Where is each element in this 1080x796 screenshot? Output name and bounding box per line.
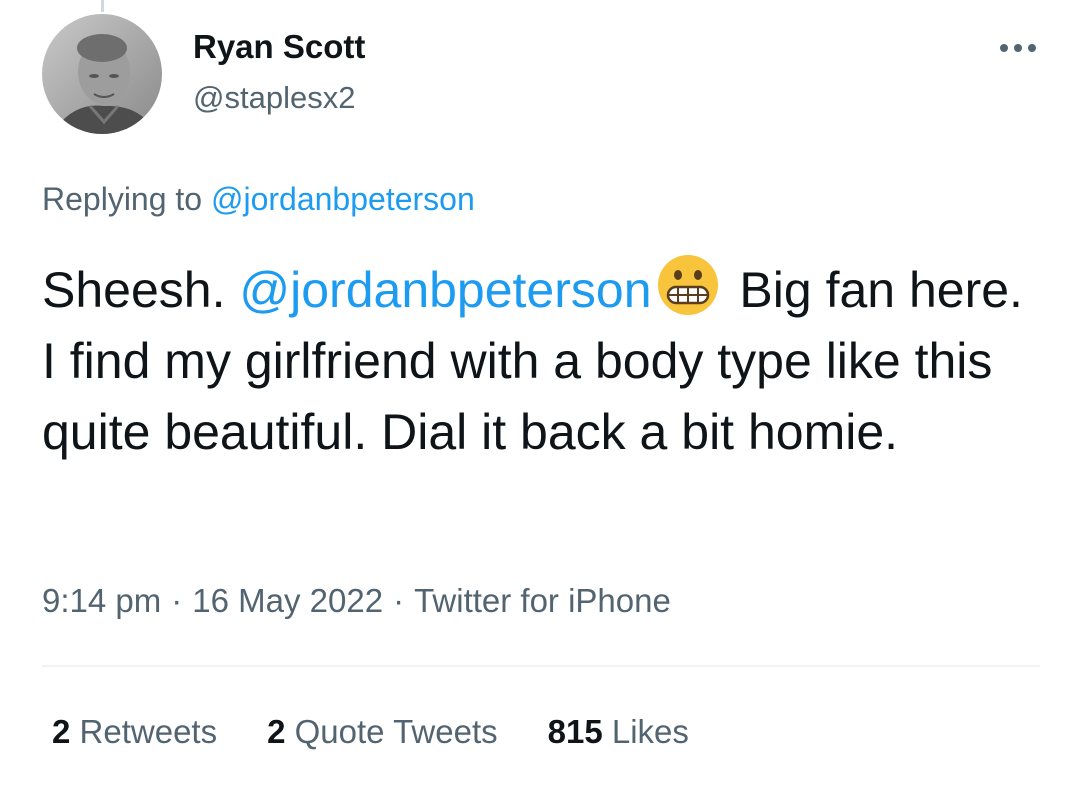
meta-separator: · [171, 582, 183, 619]
quote-tweets-count: 2 [267, 713, 286, 750]
likes-stat[interactable]: 815 Likes [548, 713, 689, 751]
tweet-time[interactable]: 9:14 pm [42, 582, 161, 619]
avatar-photo [42, 14, 162, 134]
tweet-text-start: Sheesh. [42, 262, 240, 318]
likes-label: Likes [611, 713, 689, 750]
author-avatar[interactable] [42, 14, 162, 134]
quote-tweets-label: Quote Tweets [294, 713, 498, 750]
more-options-icon [1000, 44, 1036, 52]
replying-to-mention-link[interactable]: @jordanbpeterson [211, 181, 475, 217]
retweets-count: 2 [52, 713, 71, 750]
stats-divider [42, 665, 1040, 667]
likes-count: 815 [547, 713, 603, 750]
author-display-name[interactable]: Ryan Scott [193, 28, 365, 66]
tweet-metadata: 9:14 pm · 16 May 2022 · Twitter for iPhone [42, 582, 671, 620]
tweet-mention-link[interactable]: @jordanbpeterson [239, 262, 651, 318]
engagement-stats: 2 Retweets 2 Quote Tweets 815 Likes [52, 713, 689, 751]
more-options-button[interactable] [990, 28, 1046, 68]
tweet-source-link[interactable]: Twitter for iPhone [414, 582, 671, 619]
meta-separator: · [393, 582, 405, 619]
quote-tweets-stat[interactable]: 2 Quote Tweets [267, 713, 498, 751]
retweets-label: Retweets [79, 713, 218, 750]
grimacing-face-emoji-icon [656, 253, 720, 317]
retweets-stat[interactable]: 2 Retweets [52, 713, 217, 751]
thread-connector-line [101, 0, 104, 12]
author-handle[interactable]: @staplesx2 [193, 80, 355, 116]
replying-to-label: Replying to [42, 181, 203, 217]
replying-to-line: Replying to @jordanbpeterson [42, 181, 475, 218]
tweet-date[interactable]: 16 May 2022 [192, 582, 383, 619]
tweet-text: Sheesh. @jordanbpeterson Big fan here. I… [42, 253, 1042, 468]
